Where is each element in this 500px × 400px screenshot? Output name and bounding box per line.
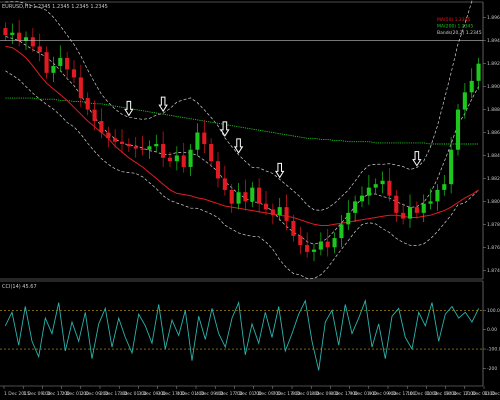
candle-body bbox=[442, 184, 447, 190]
candle-body bbox=[339, 224, 344, 239]
candle-body bbox=[161, 144, 166, 158]
candle-body bbox=[318, 241, 323, 250]
candle-body bbox=[387, 180, 392, 196]
candle-body bbox=[99, 121, 104, 133]
candle-body bbox=[85, 98, 90, 110]
candle-body bbox=[37, 46, 42, 53]
main-y-tick-label: 1.8780 bbox=[487, 222, 500, 228]
candle-body bbox=[188, 149, 193, 167]
candle-body bbox=[78, 77, 83, 99]
candle-body bbox=[147, 146, 152, 150]
main-y-tick-label: 1.8840 bbox=[487, 153, 500, 159]
candle-body bbox=[126, 144, 131, 147]
candle-body bbox=[106, 132, 111, 139]
candle-body bbox=[92, 109, 97, 122]
x-tick-label: 11 Dec 09:00 bbox=[484, 391, 500, 397]
candle-body bbox=[407, 207, 413, 219]
candle-body bbox=[311, 249, 317, 252]
candle-body bbox=[30, 37, 35, 47]
candle-body bbox=[366, 187, 371, 196]
main-y-tick-label: 1.8920 bbox=[487, 61, 500, 67]
cci-y-tick-label: 0.00 bbox=[487, 327, 497, 333]
cci-pane-title: CCI(14) 45.67 bbox=[2, 284, 37, 290]
candle-body bbox=[44, 52, 49, 73]
candle-body bbox=[469, 80, 474, 93]
candle-body bbox=[23, 37, 29, 41]
candle-body bbox=[428, 201, 433, 204]
candle-body bbox=[17, 32, 22, 41]
candle-body bbox=[202, 132, 207, 144]
candle-body bbox=[455, 109, 461, 150]
candle-body bbox=[380, 180, 385, 185]
candle-body bbox=[325, 241, 330, 248]
candle-body bbox=[284, 207, 289, 221]
main-pane-title: EURUSD,H1 1.2345 1.2345 1.2345 1.2345 bbox=[2, 4, 108, 10]
candle-body bbox=[113, 138, 118, 142]
candle-body bbox=[305, 245, 310, 252]
candle-body bbox=[243, 192, 248, 202]
candle-body bbox=[401, 212, 406, 219]
main-y-tick-label: 1.8900 bbox=[487, 84, 500, 90]
candle-body bbox=[359, 195, 365, 202]
main-y-tick-label: 1.8820 bbox=[487, 176, 500, 182]
candle-body bbox=[65, 57, 70, 70]
cci-y-tick-label: 100.00 bbox=[487, 308, 500, 314]
candle-body bbox=[167, 157, 173, 162]
candle-body bbox=[298, 235, 303, 246]
candle-body bbox=[257, 187, 262, 204]
candle-body bbox=[435, 189, 440, 202]
legend-entry: Bands(20,2) 1.2345 bbox=[437, 30, 482, 36]
candle-body bbox=[222, 178, 227, 190]
main-y-tick-label: 1.8800 bbox=[487, 199, 500, 205]
candle-body bbox=[462, 92, 467, 110]
main-y-tick-label: 1.8880 bbox=[487, 107, 500, 113]
cci-y-tick-label: -100.00 bbox=[487, 347, 500, 353]
candle-body bbox=[476, 63, 481, 81]
candle-body bbox=[229, 189, 234, 204]
cci-y-tick-label: -200 bbox=[487, 366, 497, 372]
candle-body bbox=[263, 203, 269, 210]
candle-body bbox=[133, 146, 138, 149]
candle-body bbox=[421, 203, 426, 213]
candle-body bbox=[449, 149, 454, 185]
legend-entry: MA(200) 1.2345 bbox=[437, 24, 473, 30]
candle-body bbox=[71, 69, 77, 78]
candle-body bbox=[119, 141, 125, 144]
main-y-tick-label: 1.8860 bbox=[487, 130, 500, 136]
candle-body bbox=[181, 155, 186, 167]
main-y-tick-label: 1.8760 bbox=[487, 245, 500, 251]
candle-body bbox=[291, 220, 296, 236]
candle-body bbox=[10, 32, 15, 35]
candle-body bbox=[373, 184, 378, 188]
candle-body bbox=[140, 148, 145, 150]
candle-body bbox=[250, 187, 255, 202]
candle-body bbox=[346, 212, 351, 225]
main-y-tick-label: 1.8940 bbox=[487, 38, 500, 44]
candle-body bbox=[215, 161, 221, 179]
chart-background bbox=[0, 0, 500, 400]
main-y-tick-label: 1.8740 bbox=[487, 268, 500, 274]
candle-body bbox=[236, 192, 241, 204]
candle-body bbox=[277, 207, 282, 216]
candle-body bbox=[3, 28, 8, 35]
candle-body bbox=[154, 144, 159, 147]
candle-body bbox=[58, 57, 63, 66]
candle-body bbox=[332, 238, 337, 248]
candle-body bbox=[394, 195, 399, 213]
candle-body bbox=[270, 209, 275, 216]
candle-body bbox=[174, 155, 179, 162]
candle-body bbox=[353, 201, 358, 213]
candle-body bbox=[195, 132, 200, 150]
candle-body bbox=[51, 65, 56, 73]
candle-body bbox=[209, 144, 214, 162]
trading-chart: EURUSD,H1 1.2345 1.2345 1.2345 1.2345 MA… bbox=[0, 0, 500, 400]
main-y-tick-label: 1.8960 bbox=[487, 15, 500, 21]
candle-body bbox=[414, 207, 419, 213]
